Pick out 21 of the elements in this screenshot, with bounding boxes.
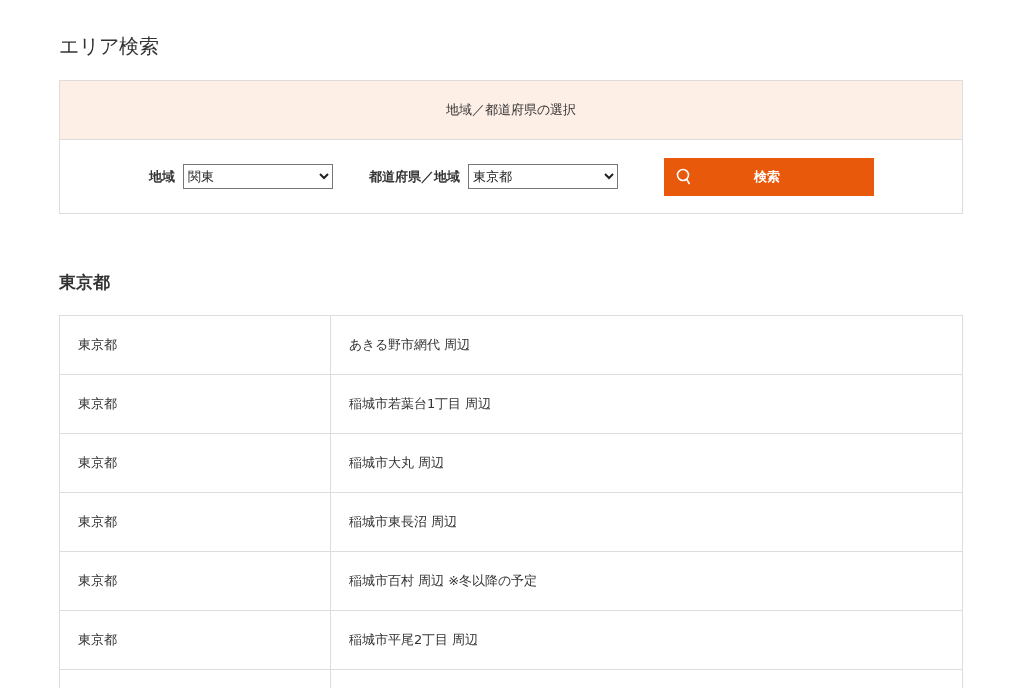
table-cell: 東京都 <box>78 455 117 470</box>
table-cell: 東京都 <box>78 632 117 647</box>
table-cell: 東京都 <box>78 573 117 588</box>
dropdown[interactable]: 東京都 <box>467 164 618 189</box>
dropdown[interactable]: 関東 <box>182 164 333 189</box>
table-cell: 稲城市若葉台1丁目 周辺 <box>349 396 492 411</box>
field-label: 都道府県／地域 <box>368 167 460 186</box>
field-label: 地域 <box>148 167 175 186</box>
search-button[interactable]: 検索 <box>663 157 874 196</box>
table-cell: 稲城市大丸 周辺 <box>349 455 445 470</box>
table-cell: 稲城市百村 周辺 ※冬以降の予定 <box>349 573 538 588</box>
table-cell: 東京都 <box>78 396 117 411</box>
search-icon <box>675 167 692 186</box>
table-cell: 稲城市平尾2丁目 周辺 <box>349 632 479 647</box>
page-title: エリア検索 <box>59 33 159 59</box>
table-cell: あきる野市網代 周辺 <box>349 337 471 352</box>
table-cell: 稲城市東長沼 周辺 <box>349 514 458 529</box>
table-cell: 東京都 <box>78 337 117 352</box>
section-heading: 東京都 <box>59 271 111 294</box>
table-cell: 東京都 <box>78 514 117 529</box>
panel-heading: 地域／都道府県の選択 <box>446 101 576 119</box>
